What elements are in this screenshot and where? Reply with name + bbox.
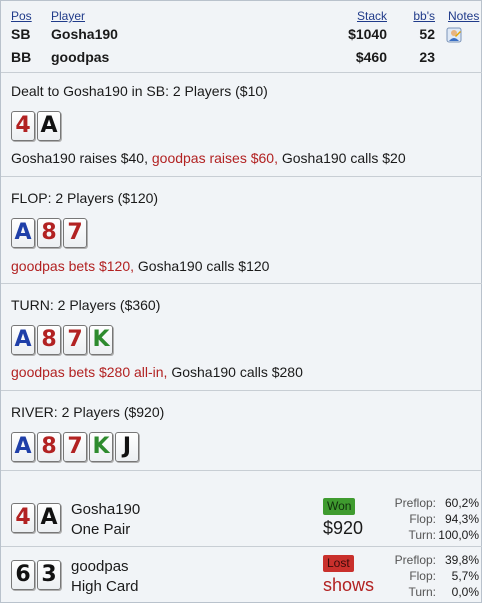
equity-stats: Preflop: 60,2% Flop: 94,3% Turn: 100,0% <box>381 495 479 543</box>
stat-label: Flop: <box>409 569 436 583</box>
showdown-player-name: Gosha190 <box>71 501 141 518</box>
board-cards: A 8 7 <box>11 218 87 248</box>
action-line: Gosha190 raises $40, goodpas raises $60,… <box>11 150 406 166</box>
stat-row: Preflop: 60,2% <box>381 495 479 511</box>
card: 3 <box>37 560 61 590</box>
player-row[interactable]: BB goodpas $460 23 <box>1 49 482 69</box>
action-text: Gosha190 raises $40, <box>11 150 152 166</box>
hole-cards: 4 A <box>11 111 61 141</box>
stat-value: 94,3% <box>444 512 479 526</box>
action-text: goodpas raises $60, <box>151 150 282 166</box>
column-header-bbs[interactable]: bb's <box>401 9 435 23</box>
card: 4 <box>11 111 35 141</box>
board-cards: A 8 7 K <box>11 325 113 355</box>
showdown-player-name: goodpas <box>71 558 129 575</box>
card: 6 <box>11 560 35 590</box>
player-name: Gosha190 <box>51 26 118 42</box>
player-row[interactable]: SB Gosha190 $1040 52 <box>1 26 482 46</box>
shown-cards: 4 A <box>11 503 61 533</box>
column-header-notes[interactable]: Notes <box>448 9 479 23</box>
turn-section: TURN: 2 Players ($360) A 8 7 K goodpas b… <box>1 285 482 391</box>
card: A <box>11 218 35 248</box>
player-position: BB <box>11 49 32 65</box>
card: 4 <box>11 503 35 533</box>
players-table: Pos Player Stack bb's Notes SB Gosha190 … <box>1 1 482 73</box>
showdown-row: 4 A Gosha190 One Pair Won $920 Preflop: 6… <box>1 491 482 547</box>
card: 8 <box>37 218 61 248</box>
card: J <box>115 432 139 462</box>
card: A <box>37 503 61 533</box>
action-line: goodpas bets $280 all-in, Gosha190 calls… <box>11 364 303 380</box>
card: 7 <box>63 325 87 355</box>
hand-rank: One Pair <box>71 521 131 538</box>
street-title: RIVER: 2 Players ($920) <box>11 404 165 420</box>
stat-row: Turn: 100,0% <box>381 527 479 543</box>
equity-stats: Preflop: 39,8% Flop: 5,7% Turn: 0,0% <box>381 552 479 600</box>
action-text: Gosha190 calls $20 <box>281 150 406 166</box>
action-text: Gosha190 calls $280 <box>171 364 303 380</box>
stat-value: 5,7% <box>451 569 479 583</box>
hand-history-panel: Pos Player Stack bb's Notes SB Gosha190 … <box>0 0 482 603</box>
card: A <box>11 325 35 355</box>
stat-value: 0,0% <box>451 585 479 599</box>
preflop-section: Dealt to Gosha190 in SB: 2 Players ($10)… <box>1 73 482 177</box>
player-stack: $1040 <box>348 26 387 42</box>
stat-label: Preflop: <box>394 553 436 567</box>
stat-row: Preflop: 39,8% <box>381 552 479 568</box>
showdown-row: 6 3 goodpas High Card Lost shows Preflop… <box>1 548 482 603</box>
stat-label: Preflop: <box>394 496 436 510</box>
player-stack: $460 <box>355 49 387 65</box>
action-text: goodpas bets $280 all-in, <box>11 364 172 380</box>
stat-row: Flop: 5,7% <box>381 568 479 584</box>
stat-value: 39,8% <box>444 553 479 567</box>
flop-section: FLOP: 2 Players ($120) A 8 7 goodpas bet… <box>1 178 482 284</box>
shows-label: shows <box>323 575 375 595</box>
card: 8 <box>37 325 61 355</box>
street-title: FLOP: 2 Players ($120) <box>11 190 159 206</box>
stat-row: Flop: 94,3% <box>381 511 479 527</box>
stat-label: Turn: <box>408 528 436 542</box>
action-text: Gosha190 calls $120 <box>137 258 270 274</box>
action-text: goodpas bets $120, <box>11 258 138 274</box>
column-header-stack[interactable]: Stack <box>317 9 387 23</box>
player-position: SB <box>11 26 31 42</box>
lost-badge: Lost <box>323 555 354 572</box>
column-header-pos[interactable]: Pos <box>11 9 32 23</box>
user-note-icon[interactable] <box>446 27 462 43</box>
player-bbs: 52 <box>419 26 435 42</box>
river-section: RIVER: 2 Players ($920) A 8 7 K J <box>1 392 482 471</box>
player-bbs: 23 <box>419 49 435 65</box>
shown-cards: 6 3 <box>11 560 61 590</box>
hand-rank: High Card <box>71 578 139 595</box>
card: 7 <box>63 218 87 248</box>
board-cards: A 8 7 K J <box>11 432 139 462</box>
won-amount: $920 <box>323 518 364 538</box>
stat-value: 60,2% <box>444 496 479 510</box>
action-line: goodpas bets $120, Gosha190 calls $120 <box>11 258 269 274</box>
stat-value: 100,0% <box>438 528 479 542</box>
player-name: goodpas <box>51 49 110 65</box>
street-title: Dealt to Gosha190 in SB: 2 Players ($10) <box>11 83 268 99</box>
card: K <box>89 325 113 355</box>
stat-label: Flop: <box>409 512 436 526</box>
card: K <box>89 432 113 462</box>
card: 7 <box>63 432 87 462</box>
column-header-player[interactable]: Player <box>51 9 85 23</box>
card: A <box>37 111 61 141</box>
stat-row: Turn: 0,0% <box>381 584 479 600</box>
street-title: TURN: 2 Players ($360) <box>11 297 161 313</box>
won-badge: Won <box>323 498 356 515</box>
card: A <box>11 432 35 462</box>
card: 8 <box>37 432 61 462</box>
stat-label: Turn: <box>408 585 436 599</box>
